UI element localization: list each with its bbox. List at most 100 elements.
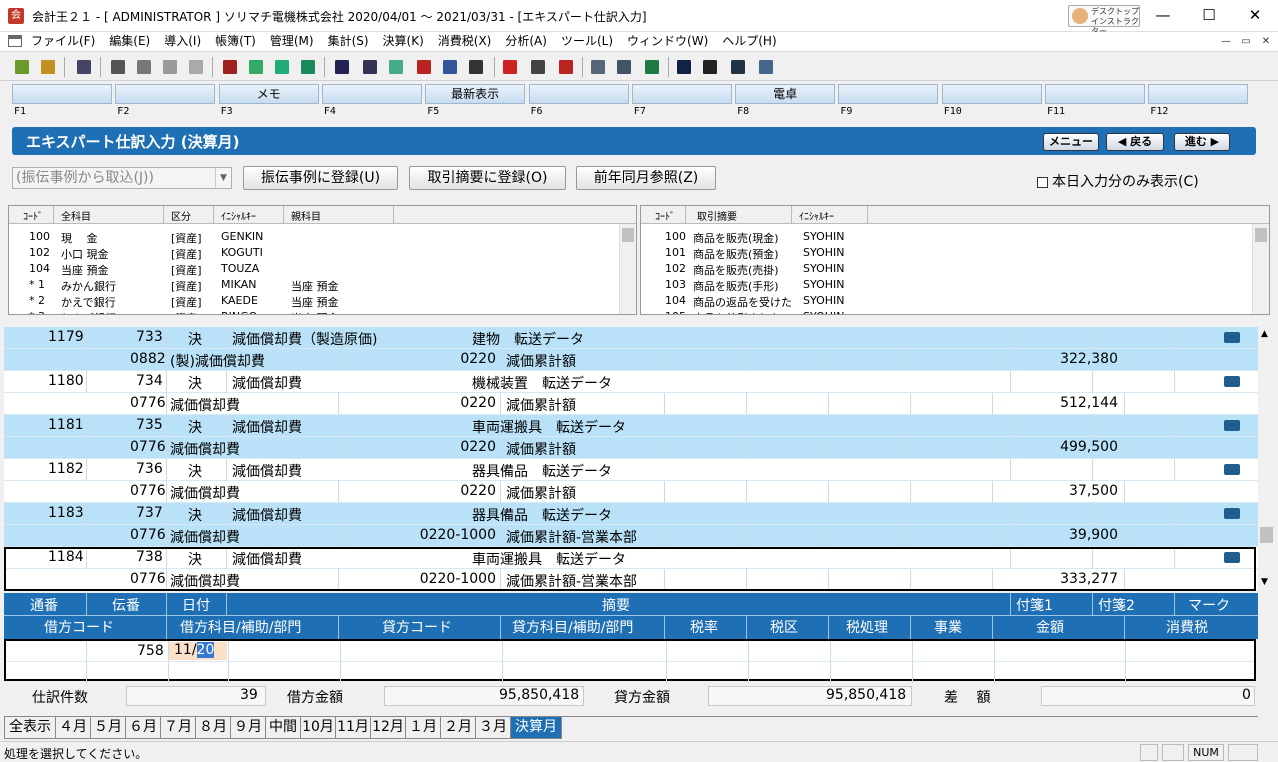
fkey-f9-button[interactable] bbox=[838, 84, 939, 104]
account-row[interactable]: 104 当座 預金 [資産] TOUZA bbox=[9, 262, 609, 277]
scroll-up-icon[interactable]: ▲ bbox=[1261, 329, 1268, 339]
summary-header-1[interactable]: 取引摘要 bbox=[697, 208, 737, 223]
fkey-f10-button[interactable] bbox=[941, 84, 1042, 104]
journal-scrollbar[interactable]: ▲ ▼ bbox=[1258, 327, 1275, 591]
menu-item-2[interactable]: 導入(I) bbox=[157, 32, 208, 50]
layers-icon[interactable] bbox=[703, 60, 717, 74]
menu-item-3[interactable]: 帳簿(T) bbox=[208, 32, 263, 50]
mdi-restore-icon[interactable]: ▭ bbox=[1238, 35, 1254, 49]
calendar-31-icon[interactable] bbox=[531, 60, 545, 74]
fkey-f1-button[interactable] bbox=[12, 84, 112, 104]
globe-icon[interactable] bbox=[731, 60, 745, 74]
tab-13[interactable]: ３月 bbox=[475, 717, 511, 739]
register-voucher-button[interactable]: 振伝事例に登録(U) bbox=[243, 166, 398, 190]
tab-2[interactable]: ５月 bbox=[90, 717, 126, 739]
fkey-f4-button[interactable] bbox=[321, 84, 422, 104]
calc-icon[interactable] bbox=[759, 60, 773, 74]
scroll-down-icon[interactable]: ▼ bbox=[1261, 577, 1268, 587]
mdi-minimize-icon[interactable]: — bbox=[1218, 35, 1234, 49]
account-header-4[interactable]: 親科目 bbox=[291, 208, 321, 223]
fkey-f7-button[interactable] bbox=[631, 84, 732, 104]
book-icon[interactable] bbox=[223, 60, 237, 74]
fkey-f11-button[interactable] bbox=[1045, 84, 1145, 104]
summary-row[interactable]: 104 商品の返品を受けた SYOHIN bbox=[641, 294, 1241, 309]
journal-entry-line1[interactable]: 1181 735 決 減価償却費 車両運搬具 転送データ bbox=[4, 415, 1258, 437]
summary-list-panel[interactable]: ｺｰﾄﾞ 取引摘要 ｲﾆｼｬﾙｷｰ 100 商品を販売(現金) SYOHIN 101 商品を… bbox=[640, 205, 1270, 315]
clear-icon[interactable] bbox=[559, 60, 573, 74]
desktop-instructor-button[interactable]: デスクトップ インストラクター bbox=[1068, 5, 1140, 36]
account-list-panel[interactable]: ｺｰﾄﾞ 全科目 区分 ｲﾆｼｬﾙｷｰ 親科目 100 現 金 [資産] GENKIN 102 小… bbox=[8, 205, 637, 315]
minimize-button[interactable]: — bbox=[1140, 0, 1186, 32]
journal-entry-line1[interactable]: 1182 736 決 減価償却費 器具備品 転送データ bbox=[4, 459, 1258, 481]
account-row[interactable]: * 2 かえで銀行 [資産] KAEDE 当座 預金 bbox=[9, 294, 609, 309]
summary-row[interactable]: 102 商品を販売(売掛) SYOHIN bbox=[641, 262, 1241, 277]
journal-list[interactable]: 1179 733 決減価償却費（製造原価) 建物 転送データ 0882 (製)減価償却費 0… bbox=[4, 327, 1258, 591]
voucher-example-combo[interactable]: (振伝事例から取込(J)) ▼ bbox=[12, 167, 232, 189]
export-icon[interactable] bbox=[41, 60, 55, 74]
summary-header-2[interactable]: ｲﾆｼｬﾙｷｰ bbox=[799, 208, 834, 223]
summary-row[interactable]: 100 商品を販売(現金) SYOHIN bbox=[641, 230, 1241, 245]
journal-entry-line2[interactable]: 0776 減価償却費 0220 減価累計額 512,144 bbox=[4, 393, 1258, 415]
menu-item-4[interactable]: 管理(M) bbox=[263, 32, 321, 50]
tab-1[interactable]: ４月 bbox=[55, 717, 91, 739]
account-row[interactable]: * 3りんご銀行[資産]RINGO当座 預金 bbox=[9, 310, 609, 314]
mdi-window-icon[interactable] bbox=[8, 35, 22, 47]
tab-3[interactable]: ６月 bbox=[125, 717, 161, 739]
journal-entry-line1[interactable]: 1184 738 決 減価償却費 車両運搬具 転送データ bbox=[4, 547, 1258, 569]
menu-item-1[interactable]: 編集(E) bbox=[102, 32, 157, 50]
journal-entry-line1[interactable]: 1183 737 決 減価償却費 器具備品 転送データ bbox=[4, 503, 1258, 525]
fkey-f3-button[interactable]: メモ bbox=[218, 84, 319, 104]
account-row[interactable]: * 1 みかん銀行 [資産] MIKAN 当座 預金 bbox=[9, 278, 609, 293]
close-button[interactable]: ✕ bbox=[1232, 0, 1278, 32]
summary-header-0[interactable]: ｺｰﾄﾞ bbox=[655, 208, 675, 223]
account-list-scrollbar[interactable] bbox=[619, 224, 636, 314]
summary-row[interactable]: 101 商品を販売(預金) SYOHIN bbox=[641, 246, 1241, 261]
tab-14[interactable]: 決算月 bbox=[510, 717, 562, 739]
mdi-close-icon[interactable]: ✕ bbox=[1258, 35, 1274, 49]
prev-year-button[interactable]: 前年同月参照(Z) bbox=[576, 166, 716, 190]
today-only-checkbox[interactable]: 本日入力分のみ表示(C) bbox=[1037, 171, 1199, 191]
scroll-thumb[interactable] bbox=[1255, 228, 1267, 242]
heart-icon[interactable] bbox=[301, 60, 315, 74]
fkey-f8-button[interactable]: 電卓 bbox=[735, 84, 836, 104]
journal-entry-line2[interactable]: 0776 減価償却費 0220-1000 減価累計額-営業本部 333,277 bbox=[4, 569, 1258, 591]
journal-entry-line2[interactable]: 0776 減価償却費 0220 減価累計額 499,500 bbox=[4, 437, 1258, 459]
no-entry-icon[interactable] bbox=[503, 60, 517, 74]
fkey-f6-button[interactable] bbox=[528, 84, 629, 104]
tab-10[interactable]: 12月 bbox=[370, 717, 406, 739]
menu-item-11[interactable]: ヘルプ(H) bbox=[715, 32, 783, 50]
entry-input-area[interactable]: 758 11/20 bbox=[4, 639, 1256, 683]
doc-add-icon[interactable] bbox=[389, 60, 403, 74]
ledger-icon[interactable] bbox=[249, 60, 263, 74]
account-header-0[interactable]: ｺｰﾄﾞ bbox=[23, 208, 43, 223]
tab-9[interactable]: 11月 bbox=[335, 717, 371, 739]
summary-row[interactable]: 105商品を値引きしたSYOHIN bbox=[641, 310, 1241, 314]
journal-entry-line1[interactable]: 1180 734 決 減価償却費 機械装置 転送データ bbox=[4, 371, 1258, 393]
chevron-down-icon[interactable]: ▼ bbox=[215, 168, 231, 188]
app-icon[interactable]: 会 bbox=[8, 8, 24, 24]
register-summary-button[interactable]: 取引摘要に登録(O) bbox=[409, 166, 566, 190]
find-icon[interactable] bbox=[77, 60, 91, 74]
account-row[interactable]: 100 現 金 [資産] GENKIN bbox=[9, 230, 609, 245]
forward-button[interactable]: 進む ▶ bbox=[1174, 133, 1230, 151]
voucher-number-field[interactable]: 758 bbox=[137, 643, 164, 659]
tab-11[interactable]: １月 bbox=[405, 717, 441, 739]
tab-5[interactable]: ８月 bbox=[195, 717, 231, 739]
paste-icon[interactable] bbox=[163, 60, 177, 74]
menu-item-0[interactable]: ファイル(F) bbox=[24, 32, 102, 50]
account-header-1[interactable]: 全科目 bbox=[61, 208, 91, 223]
card-icon[interactable] bbox=[363, 60, 377, 74]
summary-list-scrollbar[interactable] bbox=[1252, 224, 1269, 314]
menu-button[interactable]: メニュー bbox=[1043, 133, 1099, 151]
transfer-icon[interactable] bbox=[275, 60, 289, 74]
menu-item-7[interactable]: 消費税(X) bbox=[431, 32, 499, 50]
journal-entry-line2[interactable]: 0882 (製)減価償却費 0220 減価累計額 322,380 bbox=[4, 349, 1258, 371]
cut-icon[interactable] bbox=[111, 60, 125, 74]
menu-item-10[interactable]: ウィンドウ(W) bbox=[620, 32, 715, 50]
chart-icon[interactable] bbox=[443, 60, 457, 74]
date-field[interactable]: 11/20 bbox=[169, 642, 227, 660]
scroll-thumb[interactable] bbox=[622, 228, 634, 242]
tab-12[interactable]: ２月 bbox=[440, 717, 476, 739]
account-row[interactable]: 102 小口 現金 [資産] KOGUTI bbox=[9, 246, 609, 261]
table-icon[interactable] bbox=[617, 60, 631, 74]
